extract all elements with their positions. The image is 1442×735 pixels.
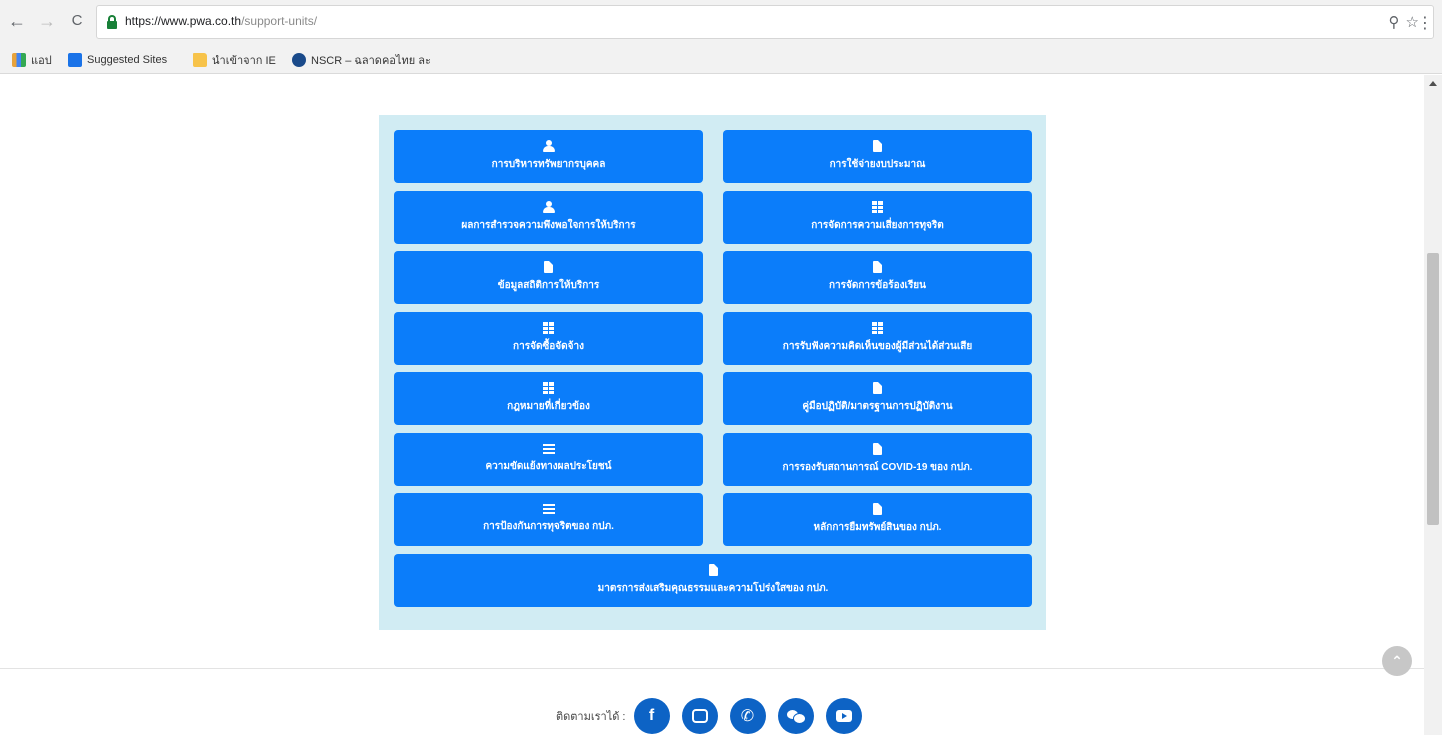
menu-button-label: การรองรับสถานการณ์ COVID-19 ของ กปภ.	[782, 461, 973, 473]
apps-icon	[12, 53, 26, 67]
document-icon	[873, 382, 882, 394]
back-button[interactable]: ←	[6, 10, 28, 32]
menu-button-label: ผลการสำรวจความพึงพอใจการให้บริการ	[461, 219, 636, 231]
menu-button[interactable]: การบริหารทรัพยากรบุคคล	[394, 130, 703, 183]
bookmarks-bar: แอป Suggested Sites นำเข้าจาก IE NSCR – …	[0, 44, 1442, 74]
menu-button[interactable]: มาตรการส่งเสริมคุณธรรมและความโปร่งใสของ …	[394, 553, 1032, 607]
vertical-scrollbar[interactable]	[1424, 75, 1442, 735]
menu-button[interactable]: การจัดการความเสี่ยงการทุจริต	[723, 190, 1032, 244]
social-follow: ติดตามเราได้ : f ✆	[556, 698, 874, 734]
page-content: การบริหารทรัพยากรบุคคล การใช้จ่ายงบประมาณ…	[0, 75, 1442, 735]
folder-icon	[193, 53, 207, 67]
globe-icon	[292, 53, 306, 67]
menu-button[interactable]: การใช้จ่ายงบประมาณ	[723, 130, 1032, 183]
document-icon	[873, 140, 882, 152]
phone-icon[interactable]: ✆	[729, 698, 766, 734]
document-icon	[708, 563, 718, 576]
bookmark-suggested-sites[interactable]: Suggested Sites	[68, 52, 167, 68]
menu-button[interactable]: ความขัดแย้งทางผลประโยชน์	[394, 432, 703, 486]
table-icon	[543, 382, 554, 394]
table-icon	[543, 321, 554, 334]
facebook-icon[interactable]: f	[633, 698, 670, 734]
suggested-sites-icon	[68, 53, 82, 67]
reload-button[interactable]: C	[66, 10, 88, 32]
document-icon	[873, 442, 882, 455]
menu-button[interactable]: การป้องกันการทุจริตของ กปภ.	[394, 493, 703, 546]
menu-button[interactable]: การจัดซื้อจัดจ้าง	[394, 311, 703, 365]
user-icon	[542, 140, 555, 152]
menu-button-label: คู่มือปฏิบัติ/มาตรฐานการปฏิบัติงาน	[802, 401, 953, 412]
list-icon	[542, 504, 555, 514]
menu-button-label: การใช้จ่ายงบประมาณ	[829, 159, 926, 170]
menu-button[interactable]: กฎหมายที่เกี่ยวข้อง	[394, 372, 703, 425]
menu-button[interactable]: ผลการสำรวจความพึงพอใจการให้บริการ	[394, 190, 703, 244]
menu-button[interactable]: ข้อมูลสถิติการให้บริการ	[394, 251, 703, 304]
lock-icon	[107, 15, 117, 29]
menu-button-label: การจัดซื้อจัดจ้าง	[513, 340, 584, 352]
browser-menu-icon[interactable]: ⋮	[1417, 13, 1433, 33]
document-icon	[873, 503, 882, 515]
scroll-thumb[interactable]	[1427, 253, 1439, 525]
menu-button-label: การจัดการความเสี่ยงการทุจริต	[811, 219, 944, 231]
forward-button[interactable]: →	[36, 10, 58, 32]
user-icon	[542, 200, 555, 213]
back-to-top-button[interactable]: ⌃	[1382, 646, 1412, 676]
menu-button-label: ข้อมูลสถิติการให้บริการ	[497, 280, 600, 291]
menu-button[interactable]: การจัดการข้อร้องเรียน	[723, 251, 1032, 304]
menu-button-label: หลักการยืมทรัพย์สินของ กปภ.	[813, 522, 942, 533]
list-icon	[542, 443, 555, 454]
menu-button-label: การป้องกันการทุจริตของ กปภ.	[483, 521, 614, 532]
bookmark-nscr[interactable]: NSCR – ฉลาดคอไทย ละ	[292, 52, 431, 68]
menu-button[interactable]: การรับฟังความคิดเห็นของผู้มีส่วนได้ส่วนเ…	[723, 311, 1032, 365]
youtube-icon[interactable]	[825, 698, 862, 734]
zoom-icon[interactable]: ⚲	[1389, 14, 1406, 31]
document-icon	[544, 261, 553, 273]
menu-button[interactable]: การรองรับสถานการณ์ COVID-19 ของ กปภ.	[723, 432, 1032, 486]
menu-button-label: กฎหมายที่เกี่ยวข้อง	[507, 401, 590, 412]
menu-button[interactable]: หลักการยืมทรัพย์สินของ กปภ.	[723, 493, 1032, 546]
document-icon	[873, 261, 882, 273]
footer-divider	[0, 668, 1424, 669]
menu-button-label: การจัดการข้อร้องเรียน	[828, 280, 927, 291]
bookmark-apps[interactable]: แอป	[12, 52, 52, 68]
chat-icon[interactable]	[777, 698, 814, 734]
menu-button-label: มาตรการส่งเสริมคุณธรรมและความโปร่งใสของ …	[597, 582, 829, 594]
menu-button-label: การรับฟังความคิดเห็นของผู้มีส่วนได้ส่วนเ…	[782, 340, 973, 352]
menu-button-label: ความขัดแย้งทางผลประโยชน์	[485, 460, 612, 472]
line-icon[interactable]	[681, 698, 718, 734]
url-text[interactable]: https://www.pwa.co.th/support-units/	[125, 14, 317, 28]
menu-button[interactable]: คู่มือปฏิบัติ/มาตรฐานการปฏิบัติงาน	[723, 372, 1032, 425]
follow-label: ติดตามเราได้ :	[556, 711, 626, 723]
table-icon	[872, 321, 883, 334]
menu-button-label: การบริหารทรัพยากรบุคคล	[491, 159, 606, 170]
address-bar[interactable]: https://www.pwa.co.th/support-units/ ⚲☆	[96, 5, 1434, 39]
table-icon	[872, 200, 883, 213]
bookmark-import-ie[interactable]: นำเข้าจาก IE	[193, 52, 276, 68]
scroll-up-arrow[interactable]	[1429, 81, 1437, 86]
browser-toolbar: ← → C https://www.pwa.co.th/support-unit…	[0, 0, 1442, 44]
